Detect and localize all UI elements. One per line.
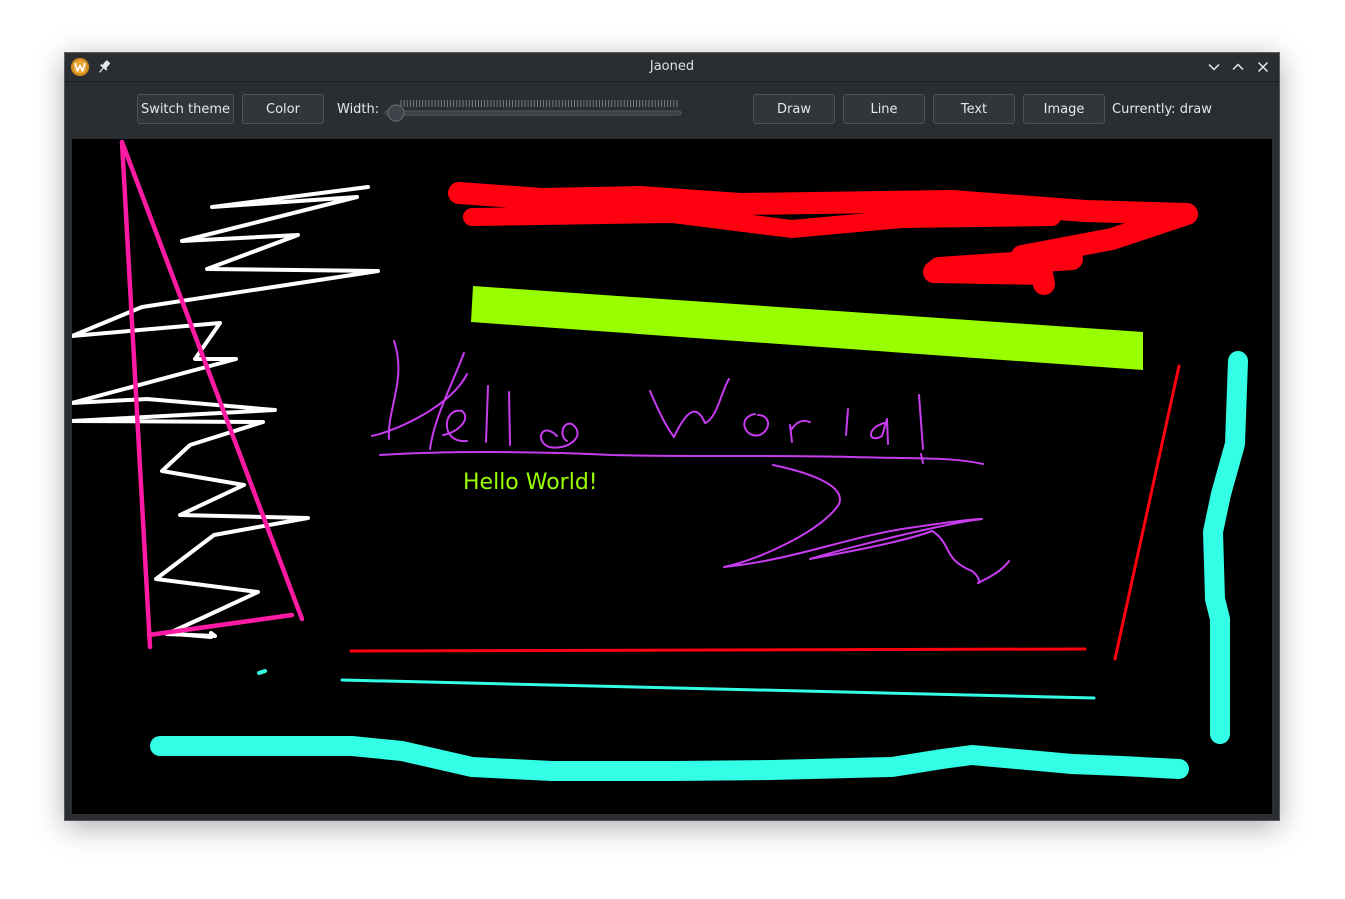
text-button[interactable]: Text xyxy=(933,94,1015,124)
image-button[interactable]: Image xyxy=(1023,94,1105,124)
lime-bar-shape xyxy=(471,286,1143,370)
canvas-text-item[interactable]: Hello World! xyxy=(463,470,598,495)
draw-button[interactable]: Draw xyxy=(753,94,835,124)
width-slider-handle[interactable] xyxy=(387,104,405,122)
red-thick-stroke-2 xyxy=(463,205,1061,238)
red-horizontal-line xyxy=(349,647,1087,653)
cyan-vertical-thick-stroke xyxy=(1203,351,1248,744)
purple-handwriting-hello-world xyxy=(371,340,1010,585)
red-diagonal-line xyxy=(1113,364,1181,661)
width-slider[interactable] xyxy=(383,96,683,122)
toolbar: Switch theme Color Width: Draw Line Text… xyxy=(65,82,1279,138)
close-icon[interactable] xyxy=(1255,59,1271,75)
line-button[interactable]: Line xyxy=(843,94,925,124)
cyan-horizontal-thick-stroke xyxy=(150,736,1189,781)
cyan-thin-line xyxy=(340,678,1096,700)
title-bar[interactable]: Jaoned xyxy=(65,53,1279,82)
minimize-icon[interactable] xyxy=(1206,59,1222,75)
window-title: Jaoned xyxy=(649,59,695,74)
width-label: Width: xyxy=(337,102,380,117)
switch-theme-button[interactable]: Switch theme xyxy=(137,94,234,124)
current-mode-status: Currently: draw xyxy=(1112,102,1212,117)
app-window: Jaoned Switch theme Color Width: Draw Li… xyxy=(65,53,1279,820)
color-button[interactable]: Color xyxy=(242,94,324,124)
maximize-icon[interactable] xyxy=(1230,59,1246,75)
cyan-dot-stroke xyxy=(257,669,267,675)
drawing-canvas[interactable]: Hello World! xyxy=(72,139,1272,814)
